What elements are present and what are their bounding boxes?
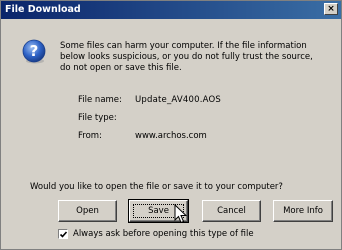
warning-text: Some files can harm your computer. If th… bbox=[60, 41, 313, 73]
more-info-button-label: More Info bbox=[283, 206, 323, 216]
file-from-value: www.archos.com bbox=[135, 131, 207, 141]
checkmark-icon bbox=[59, 231, 68, 238]
file-from-label: From: bbox=[78, 131, 102, 141]
close-button[interactable]: × bbox=[324, 3, 338, 15]
prompt-text: Would you like to open the file or save … bbox=[30, 182, 283, 192]
cancel-button-label: Cancel bbox=[217, 206, 246, 216]
open-button[interactable]: Open bbox=[58, 200, 117, 222]
file-download-dialog: File Download × ? Some files can harm yo… bbox=[0, 0, 342, 250]
save-button-label: Save bbox=[148, 206, 169, 216]
mouse-cursor-icon bbox=[174, 204, 188, 224]
question-icon: ? bbox=[22, 39, 46, 64]
open-button-label: Open bbox=[76, 206, 99, 216]
file-type-label: File type: bbox=[78, 113, 117, 123]
dialog-title: File Download bbox=[5, 4, 81, 15]
title-bar: File Download × bbox=[1, 1, 341, 19]
file-name-value: Update_AV400.AOS bbox=[135, 95, 221, 105]
always-ask-checkbox[interactable] bbox=[58, 229, 68, 239]
cancel-button[interactable]: Cancel bbox=[202, 200, 261, 222]
close-icon: × bbox=[327, 4, 335, 14]
svg-text:?: ? bbox=[30, 42, 39, 60]
file-name-label: File name: bbox=[78, 95, 122, 105]
always-ask-checkbox-label: Always ask before opening this type of f… bbox=[73, 229, 254, 239]
more-info-button[interactable]: More Info bbox=[273, 200, 333, 222]
